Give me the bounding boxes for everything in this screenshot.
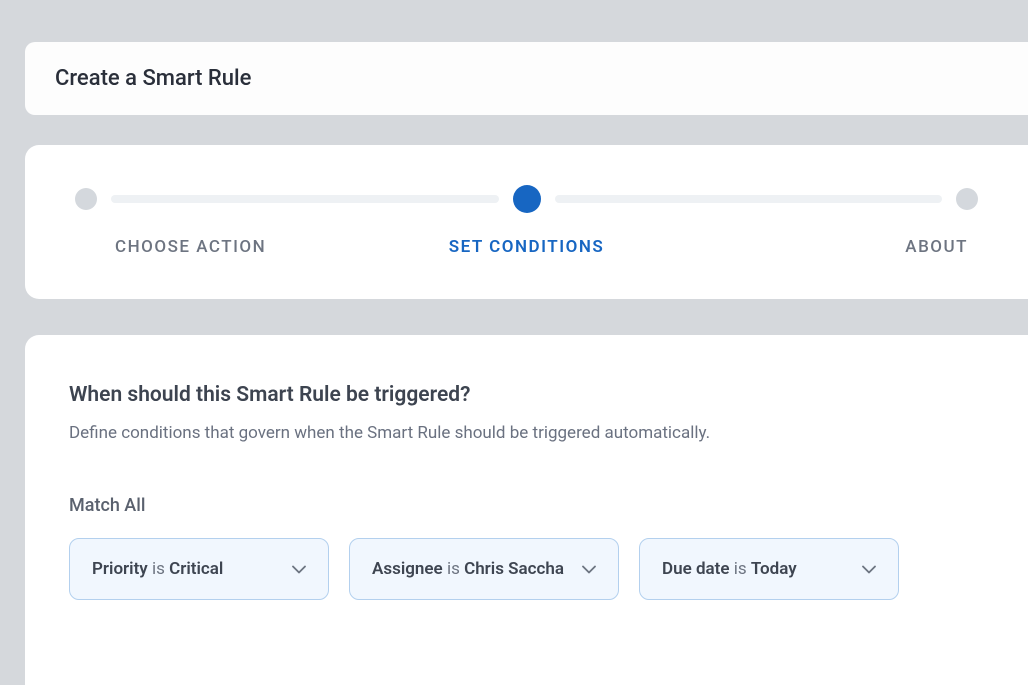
condition-text: Due date is Today — [662, 559, 797, 579]
condition-value: Chris Saccha — [464, 559, 564, 579]
conditions-card: When should this Smart Rule be triggered… — [25, 335, 1028, 685]
condition-field: Priority — [92, 559, 148, 579]
step-dot-about[interactable] — [956, 188, 978, 210]
step-label-set-conditions[interactable]: SET CONDITIONS — [377, 237, 677, 257]
step-label-about[interactable]: ABOUT — [678, 237, 978, 257]
chevron-down-icon — [862, 565, 876, 574]
chevron-down-icon — [582, 565, 596, 574]
condition-operator: is — [152, 559, 169, 579]
condition-text: Assignee is Chris Saccha — [372, 559, 564, 579]
condition-field: Due date — [662, 559, 730, 579]
conditions-title: When should this Smart Rule be triggered… — [69, 383, 984, 407]
condition-pill-priority[interactable]: Priority is Critical — [69, 538, 329, 600]
match-mode-label: Match All — [69, 495, 984, 516]
step-dot-choose-action[interactable] — [75, 188, 97, 210]
conditions-row: Priority is Critical Assignee is Chris S… — [69, 538, 984, 600]
condition-pill-assignee[interactable]: Assignee is Chris Saccha — [349, 538, 619, 600]
condition-text: Priority is Critical — [92, 559, 223, 579]
step-connector — [555, 195, 943, 203]
step-label-choose-action[interactable]: CHOOSE ACTION — [75, 237, 375, 257]
condition-value: Today — [751, 559, 797, 579]
step-connector — [111, 195, 499, 203]
condition-operator: is — [447, 559, 464, 579]
page-title: Create a Smart Rule — [55, 66, 998, 91]
page-container: Create a Smart Rule CHOOSE ACTION SET CO… — [0, 0, 1028, 678]
condition-value: Critical — [169, 559, 223, 579]
header-card: Create a Smart Rule — [25, 42, 1028, 115]
stepper-track — [75, 185, 978, 213]
condition-operator: is — [734, 559, 751, 579]
condition-field: Assignee — [372, 559, 443, 579]
stepper-labels: CHOOSE ACTION SET CONDITIONS ABOUT — [75, 237, 978, 257]
conditions-subtitle: Define conditions that govern when the S… — [69, 423, 984, 443]
stepper-card: CHOOSE ACTION SET CONDITIONS ABOUT — [25, 145, 1028, 299]
chevron-down-icon — [292, 565, 306, 574]
step-dot-set-conditions[interactable] — [513, 185, 541, 213]
condition-pill-due-date[interactable]: Due date is Today — [639, 538, 899, 600]
